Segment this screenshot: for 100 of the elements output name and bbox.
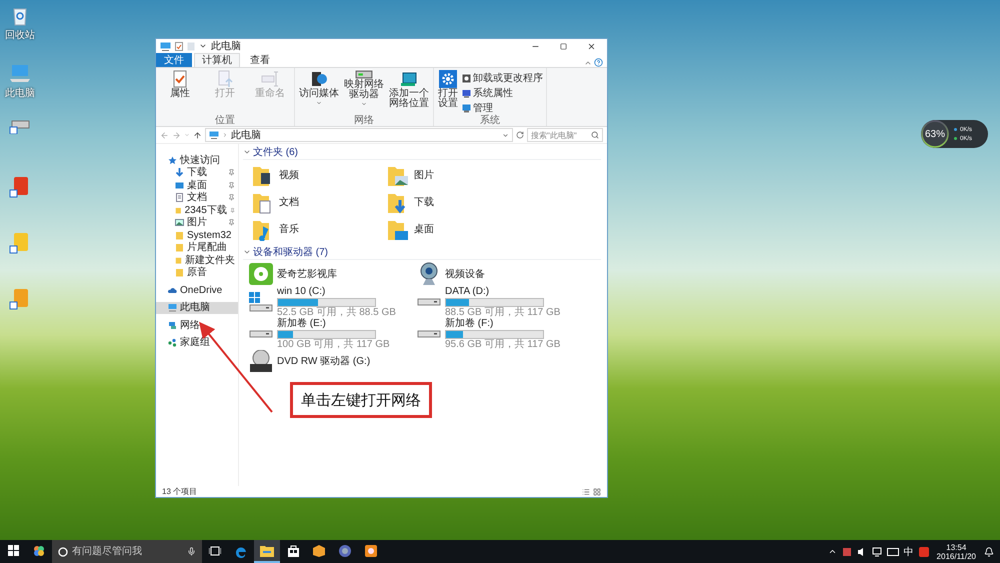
pictures-folder-icon [386,164,408,186]
nav-item[interactable]: 原音 [156,266,238,279]
network-status-icon[interactable] [872,546,882,556]
ribbon-button[interactable]: 打开设置 [437,70,459,115]
folder-item[interactable]: 桌面 [386,216,521,243]
drive-item[interactable]: win 10 (C:) 52.5 GB 可用，共 88.5 GB [249,286,396,318]
folder-label: 下载 [414,197,434,208]
app-shortcut-icon [9,176,31,198]
folder-label: 图片 [414,170,434,181]
nav-item[interactable]: 新建文件夹 [156,254,238,266]
show-hidden-icons[interactable] [828,547,837,556]
search-field[interactable]: 搜索"此电脑" [531,130,591,140]
nav-label: System32 [187,230,232,241]
tiles-view-icon[interactable] [593,488,601,496]
document-icon [175,193,184,202]
ribbon-button[interactable]: 访问媒体 [298,70,340,115]
ribbon-link[interactable]: 系统属性 [462,86,543,100]
taskbar-search-box[interactable]: 有问题尽管问我 [52,540,202,563]
ribbon-tab[interactable]: 查看 [242,53,278,67]
close-icon[interactable] [586,42,596,50]
collapse-icon[interactable] [243,248,251,256]
nav-item[interactable]: 下载 [156,166,238,179]
settings-icon [439,70,457,88]
drive-item[interactable]: 新加卷 (E:) 100 GB 可用，共 117 GB [249,318,390,350]
ribbon-tab[interactable]: 计算机 [194,53,240,67]
customize-caret-icon[interactable] [199,42,207,50]
drive-item[interactable]: 新加卷 (F:) 95.6 GB 可用，共 117 GB [417,318,560,350]
nav-label: 片尾配曲 [187,242,228,254]
address-dropdown-icon[interactable] [502,132,509,138]
device-item[interactable]: 爱奇艺影视库 [249,263,337,285]
pin-icon [228,219,235,226]
star-icon [168,156,177,165]
pictures-icon [175,218,184,228]
nav-label: 原音 [187,267,208,278]
taskbar-app[interactable] [254,540,280,563]
details-view-icon[interactable] [582,488,590,496]
nav-item[interactable]: 片尾配曲 [156,242,238,254]
store-icon [286,544,300,557]
ribbon-link[interactable]: 卸载或更改程序 [462,71,543,85]
address-bar[interactable]: 此电脑 [205,128,513,142]
network-icon [168,320,177,330]
device-item[interactable]: DVD RW 驱动器 (G:) [249,350,370,372]
film-reel-app-icon [249,263,273,285]
nav-item[interactable]: 桌面 [156,179,238,192]
ribbon-link[interactable]: 管理 [462,101,543,115]
input-method-indicator[interactable]: 中 [904,544,914,558]
device-item[interactable]: 视频设备 [417,262,485,286]
network-location-icon [400,70,418,88]
maximize-icon[interactable] [560,42,566,50]
device-name: win 10 (C:) [277,286,326,297]
microphone-icon[interactable] [187,547,196,556]
nav-label: 家庭组 [180,337,211,348]
file-menu-tab[interactable]: 文件 [156,53,192,67]
refresh-icon[interactable] [516,131,524,139]
nav-label: 网络 [180,320,201,331]
nav-item[interactable]: System32 [156,229,238,242]
taskbar-search-field[interactable]: 有问题尽管问我 [72,546,183,557]
notifications-icon[interactable] [984,546,994,556]
device-name: DATA (D:) [445,286,490,297]
antivirus-icon[interactable] [918,546,929,556]
search-box[interactable]: 搜索"此电脑" [527,128,603,142]
nav-item[interactable]: 此电脑 [156,302,238,314]
help-icon[interactable] [594,58,603,67]
nav-item[interactable]: 2345下载 [156,204,238,216]
nav-item[interactable]: 文档 [156,192,238,204]
up-icon[interactable] [193,130,202,140]
nav-item[interactable]: 家庭组 [156,336,238,349]
nav-item[interactable]: 图片 [156,216,238,229]
ribbon-button[interactable]: 添加一个网络位置 [388,70,430,115]
documents-folder-icon [251,192,273,214]
caret-icon [316,100,322,106]
ribbon-button[interactable]: 映射网络驱动器 [343,70,385,115]
nav-label: 桌面 [187,180,208,191]
folder-label: 视频 [279,170,299,181]
ribbon-button[interactable]: 属性 [159,70,201,115]
collapse-icon[interactable] [243,148,251,156]
collapse-ribbon-icon[interactable] [584,59,592,67]
dvd-drive-icon [249,350,273,372]
nav-label: 新建文件夹 [185,254,235,266]
keyboard-icon[interactable] [886,548,899,556]
nav-label: 下载 [187,167,208,178]
nav-label: 图片 [187,217,208,228]
drive-space-text: 52.5 GB 可用，共 88.5 GB [277,308,396,318]
folder-item[interactable]: 下载 [386,189,521,216]
search-icon [591,131,599,139]
nav-item[interactable]: 快速访问 [156,154,238,166]
clock[interactable]: 13:54 2016/11/20 [934,542,979,560]
computer-icon [160,42,171,50]
status-text: 13 个项目 [162,486,198,497]
device-name: 爱奇艺影视库 [277,268,337,280]
nav-item[interactable]: 网络 [156,319,238,332]
folder-item[interactable]: 音乐 [251,216,386,243]
folder-item[interactable]: 图片 [386,162,521,189]
tray-app-icon[interactable] [842,546,852,556]
folder-item[interactable]: 视频 [251,162,386,189]
properties-quick-icon[interactable] [175,42,183,50]
nav-item[interactable]: OneDrive [156,284,238,296]
cortana-circle-icon [58,546,68,556]
folder-item[interactable]: 文档 [251,189,386,216]
drive-item[interactable]: DATA (D:) 88.5 GB 可用，共 117 GB [417,286,560,318]
